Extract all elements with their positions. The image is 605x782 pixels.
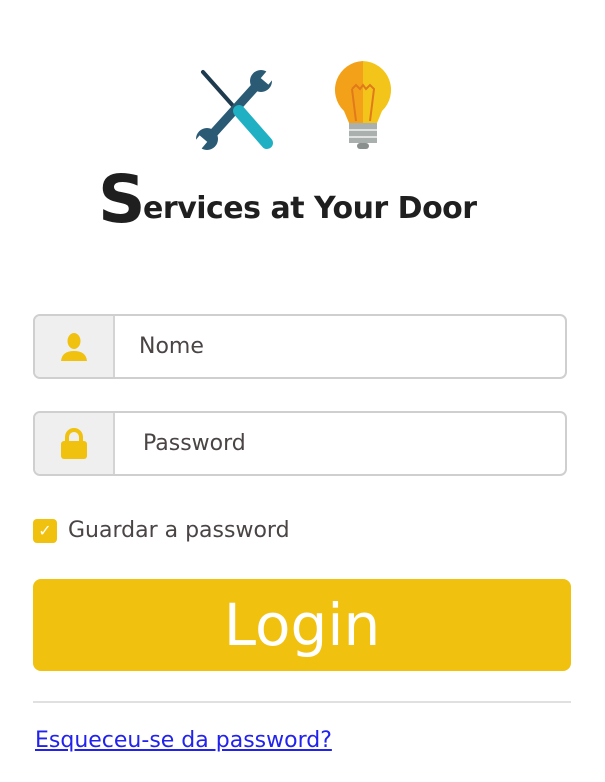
login-button[interactable]: Login <box>33 579 571 671</box>
password-addon <box>35 413 115 474</box>
remember-checkbox[interactable]: ✓ <box>33 518 57 543</box>
forgot-password-link[interactable]: Esqueceu-se da password? <box>35 728 332 753</box>
tools-icon <box>195 68 275 152</box>
remember-password[interactable]: ✓ Guardar a password <box>33 518 290 543</box>
username-addon <box>35 316 115 377</box>
logo: Services at Your Door <box>90 55 500 233</box>
lightbulb-icon <box>334 61 392 149</box>
password-input[interactable] <box>115 413 565 474</box>
remember-label: Guardar a password <box>68 518 290 543</box>
username-field <box>33 314 567 379</box>
logo-text: Services at Your Door <box>98 161 477 238</box>
lock-icon <box>61 427 87 459</box>
password-field <box>33 411 567 476</box>
divider <box>33 701 571 703</box>
user-icon <box>61 332 87 361</box>
check-icon: ✓ <box>38 521 52 540</box>
username-input[interactable] <box>115 316 565 377</box>
